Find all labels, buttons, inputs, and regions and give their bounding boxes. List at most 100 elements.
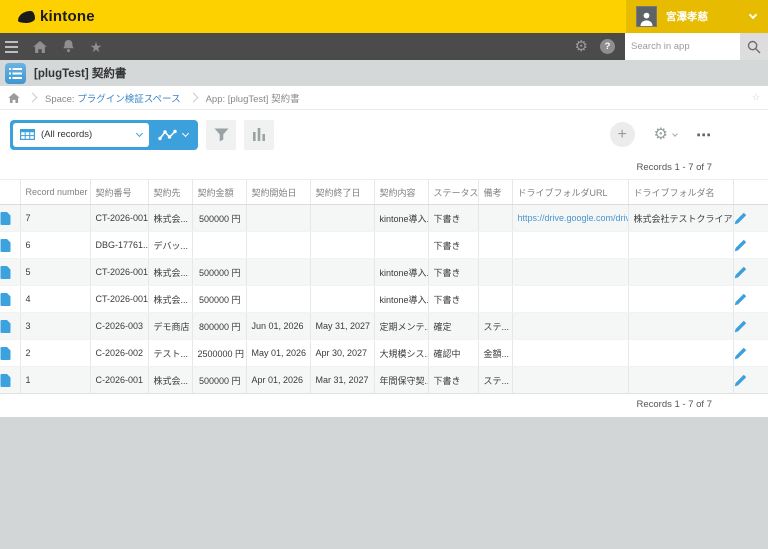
cell-drive_name — [627, 312, 733, 340]
cell-contract_no: CT-2026-001 — [89, 285, 148, 313]
kintone-logo[interactable]: kintone — [0, 8, 95, 25]
column-edit — [732, 179, 768, 205]
cell-record_number: 7 — [19, 204, 90, 232]
cell-status: 下書き — [427, 258, 478, 286]
space-prefix: Space: — [45, 93, 75, 105]
cell-note: ステ... — [477, 366, 512, 394]
favorites-star-icon[interactable]: ★ — [82, 40, 110, 54]
graph-menu-button[interactable] — [149, 123, 195, 147]
drive-url-link[interactable]: https://drive.google.com/drive/f... — [518, 213, 629, 223]
search-button[interactable] — [740, 33, 768, 60]
edit-record-icon[interactable] — [732, 231, 768, 259]
cell-amount — [191, 231, 246, 259]
cell-drive_name — [627, 285, 733, 313]
cell-note — [477, 285, 512, 313]
records-count-bottom: Records 1 - 7 of 7 — [0, 394, 768, 417]
chart-button[interactable] — [244, 119, 274, 150]
column-note[interactable]: 備考 — [477, 179, 512, 205]
global-nav-bar: ★ ⚙ ? — [0, 33, 768, 60]
column-drive-url[interactable]: ドライブフォルダURL — [511, 179, 628, 205]
column-client[interactable]: 契約先 — [147, 179, 192, 205]
cell-end_date — [309, 285, 374, 313]
column-content[interactable]: 契約内容 — [373, 179, 428, 205]
cell-drive_url — [511, 366, 628, 394]
cell-status: 確認中 — [427, 339, 478, 367]
space-link[interactable]: プラグイン検証スペース — [77, 94, 180, 105]
record-detail-icon[interactable] — [0, 258, 20, 286]
record-detail-icon[interactable] — [0, 339, 20, 367]
cell-drive_name — [627, 366, 733, 394]
table-row[interactable]: 6 DBG-17761... デバッ... 下書き — [0, 231, 768, 259]
record-detail-icon[interactable] — [0, 312, 20, 340]
table-row[interactable]: 2 C-2026-002 テスト... 2500000 円 May 01, 2026 Ap… — [0, 339, 768, 367]
cell-content: kintone導入... — [373, 285, 428, 313]
cell-contract_no: DBG-17761... — [89, 231, 148, 259]
app-settings-button[interactable]: ⚙ — [653, 125, 678, 143]
column-icon — [0, 179, 20, 205]
favorite-app-star-icon[interactable]: ☆ — [752, 92, 760, 103]
cell-content — [373, 231, 428, 259]
cell-drive_name — [627, 258, 733, 286]
table-row[interactable]: 1 C-2026-001 株式会... 500000 円 Apr 01, 2026 Mar… — [0, 366, 768, 394]
cell-contract_no: CT-2026-001 — [89, 204, 148, 232]
edit-record-icon[interactable] — [732, 204, 768, 232]
chevron-down-icon — [748, 10, 758, 20]
record-detail-icon[interactable] — [0, 231, 20, 259]
cell-amount: 500000 円 — [191, 258, 246, 286]
edit-record-icon[interactable] — [732, 258, 768, 286]
breadcrumb-separator-icon — [27, 92, 38, 103]
cell-drive_url — [511, 285, 628, 313]
filter-button[interactable] — [206, 119, 236, 150]
edit-record-icon[interactable] — [732, 312, 768, 340]
edit-record-icon[interactable] — [732, 366, 768, 394]
cell-drive_url — [511, 339, 628, 367]
table-row[interactable]: 5CT-2026-001株式会...500000 円 kintone導入...下書… — [0, 258, 768, 286]
record-detail-icon[interactable] — [0, 366, 20, 394]
cell-end_date — [309, 258, 374, 286]
cell-record_number: 6 — [19, 231, 90, 259]
cell-end_date — [309, 204, 374, 232]
page-background — [0, 417, 768, 549]
cell-drive_url — [511, 231, 628, 259]
column-status[interactable]: ステータス — [427, 179, 478, 205]
column-record-number[interactable]: Record number — [19, 179, 90, 205]
cell-amount: 800000 円 — [191, 312, 246, 340]
table-row[interactable]: 3 C-2026-003 デモ商店 800000 円 Jun 01, 2026 May 3… — [0, 312, 768, 340]
cell-client: 株式会... — [147, 285, 192, 313]
column-start-date[interactable]: 契約開始日 — [245, 179, 310, 205]
cell-start_date — [245, 285, 310, 313]
record-detail-icon[interactable] — [0, 285, 20, 313]
breadcrumb-home-icon[interactable] — [8, 92, 20, 103]
cell-start_date: Apr 01, 2026 — [245, 366, 310, 394]
view-selector[interactable]: (All records) — [13, 122, 149, 147]
column-drive-name[interactable]: ドライブフォルダ名 — [627, 179, 733, 205]
kintone-app: kintone 宮澤孝慈 ★ ⚙ ? Search in app [plugTe… — [0, 0, 768, 549]
record-detail-icon[interactable] — [0, 204, 20, 232]
table-header-row: Record number 契約番号 契約先 契約金額 契約開始日 契約終了日 … — [0, 179, 768, 205]
help-icon[interactable]: ? — [600, 39, 615, 54]
table-row[interactable]: 4CT-2026-001株式会...500000 円 kintone導入...下書… — [0, 285, 768, 313]
cell-client: 株式会... — [147, 366, 192, 394]
notifications-bell-icon[interactable] — [54, 40, 82, 53]
add-record-button[interactable]: + — [609, 122, 635, 147]
table-row[interactable]: 7CT-2026-001株式会...500000 円 kintone導入...下書… — [0, 204, 768, 232]
hamburger-menu-icon[interactable] — [0, 40, 26, 53]
column-amount[interactable]: 契約金額 — [191, 179, 246, 205]
chevron-down-icon — [181, 129, 190, 138]
settings-gear-icon[interactable]: ⚙ — [575, 39, 588, 54]
edit-record-icon[interactable] — [732, 285, 768, 313]
edit-record-icon[interactable] — [732, 339, 768, 367]
cell-drive_url: https://drive.google.com/drive/f... — [511, 204, 629, 232]
view-selector-group: (All records) — [10, 119, 198, 150]
column-contract-no[interactable]: 契約番号 — [89, 179, 148, 205]
cell-amount: 2500000 円 — [191, 339, 246, 367]
column-end-date[interactable]: 契約終了日 — [309, 179, 374, 205]
home-icon[interactable] — [26, 40, 54, 53]
kintone-logo-text: kintone — [40, 8, 95, 25]
cell-status: 下書き — [427, 366, 478, 394]
breadcrumb-app[interactable]: App: [plugTest] 契約書 — [206, 91, 300, 105]
more-options-button[interactable]: ⋯ — [696, 126, 712, 144]
search-input[interactable] — [625, 33, 740, 60]
user-menu[interactable]: 宮澤孝慈 — [626, 0, 768, 33]
gear-icon: ⚙ — [653, 125, 668, 143]
